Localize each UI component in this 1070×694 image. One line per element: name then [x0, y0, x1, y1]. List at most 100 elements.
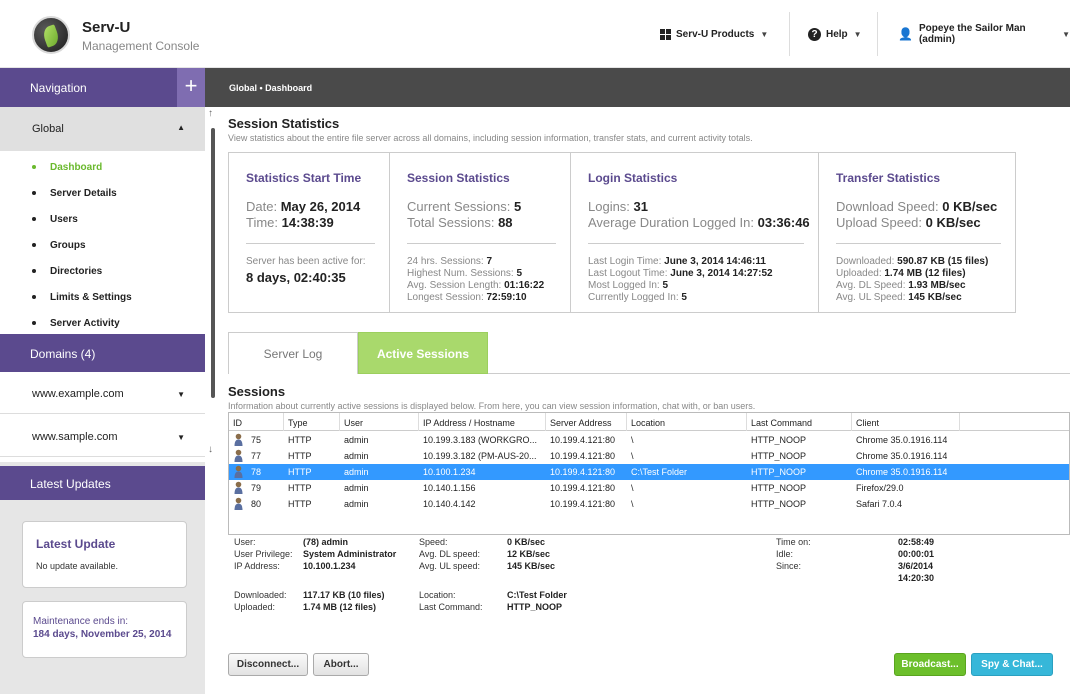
user-icon: 👤: [898, 27, 913, 41]
statistics-panel: Statistics Start Time Date: May 26, 2014…: [228, 152, 1016, 313]
sidebar-item-directories[interactable]: Directories: [0, 258, 205, 284]
table-cell: \: [631, 451, 634, 461]
serv-u-logo-icon: [32, 16, 70, 54]
column-header-id[interactable]: ID: [233, 418, 242, 428]
table-cell: Chrome 35.0.1916.114: [856, 435, 948, 445]
maintenance-label: Maintenance ends in:: [33, 616, 129, 627]
chevron-down-icon: ▼: [177, 433, 185, 442]
table-cell: C:\Test Folder: [631, 467, 688, 477]
help-menu[interactable]: ? Help ▼: [808, 0, 862, 68]
latest-updates-header: Latest Updates: [0, 466, 205, 500]
grid-icon: [660, 28, 671, 40]
table-cell: 79: [251, 483, 262, 493]
detail-avg-dl: 12 KB/sec: [507, 549, 551, 559]
table-row[interactable]: 75 HTTP admin 10.199.3.183 (WORKGRO... 10.19…: [229, 432, 1069, 448]
bullet-icon: [32, 191, 36, 195]
table-row[interactable]: 78 HTTP admin 10.100.1.234 10.199.4.121:80 C:…: [229, 464, 1069, 480]
tab-active-sessions[interactable]: Active Sessions: [358, 332, 488, 374]
column-header-location[interactable]: Location: [631, 418, 665, 428]
column-header-user[interactable]: User: [344, 418, 363, 428]
table-row[interactable]: 79 HTTP admin 10.140.1.156 10.199.4.121:80 \ H…: [229, 480, 1069, 496]
table-row[interactable]: 80 HTTP admin 10.140.4.142 10.199.4.121:80 \ H…: [229, 496, 1069, 512]
navigation-title: Navigation: [30, 81, 87, 95]
table-cell: admin: [344, 467, 369, 477]
broadcast-button[interactable]: Broadcast...: [894, 653, 966, 676]
table-cell: HTTP_NOOP: [751, 435, 807, 445]
table-cell: 10.199.4.121:80: [550, 483, 616, 493]
table-row[interactable]: 77 HTTP admin 10.199.3.182 (PM-AUS-20... 10.…: [229, 448, 1069, 464]
arrow-down-icon[interactable]: ↓: [208, 444, 213, 455]
bullet-icon: [32, 217, 36, 221]
user-icon: [234, 497, 243, 510]
domains-title: Domains (4): [30, 347, 96, 361]
maintenance-card: Maintenance ends in: 184 days, November …: [22, 601, 187, 658]
bullet-icon: [32, 269, 36, 273]
domain-item[interactable]: www.example.com ▼: [0, 374, 205, 414]
help-icon: ?: [808, 27, 821, 41]
active-for-value: 8 days, 02:40:35: [246, 270, 346, 285]
table-cell: HTTP_NOOP: [751, 467, 807, 477]
domains-header[interactable]: Domains (4): [0, 334, 205, 372]
add-icon[interactable]: +: [177, 68, 205, 107]
sidebar-item-server-activity[interactable]: Server Activity: [0, 310, 205, 336]
table-cell: \: [631, 435, 634, 445]
sidebar-item-server-details[interactable]: Server Details: [0, 180, 205, 206]
column-header-last-command[interactable]: Last Command: [751, 418, 812, 428]
latest-update-text: No update available.: [36, 561, 119, 571]
sidebar-scrollbar[interactable]: ↑ ↓: [206, 108, 218, 462]
sessions-title: Sessions: [228, 384, 286, 399]
table-cell: 80: [251, 499, 262, 509]
products-menu[interactable]: Serv-U Products ▼: [660, 0, 768, 68]
chevron-down-icon: ▼: [760, 29, 769, 39]
user-icon: [234, 433, 243, 446]
table-cell: HTTP: [288, 451, 312, 461]
sidebar-item-limits-settings[interactable]: Limits & Settings: [0, 284, 205, 310]
disconnect-button[interactable]: Disconnect...: [228, 653, 308, 676]
user-icon: [234, 481, 243, 494]
detail-privilege: System Administrator: [303, 549, 397, 559]
navigation-header: Navigation: [0, 68, 205, 107]
bullet-icon: [32, 243, 36, 247]
bullet-icon: [32, 165, 36, 169]
nav-list: Dashboard Server Details Users Groups Di…: [0, 154, 205, 336]
sidebar-item-groups[interactable]: Groups: [0, 232, 205, 258]
session-statistics-desc: View statistics about the entire file se…: [228, 133, 753, 143]
tab-server-log[interactable]: Server Log: [228, 332, 358, 374]
domain-item[interactable]: www.sample.com ▼: [0, 417, 205, 457]
column-header-type[interactable]: Type: [288, 418, 308, 428]
table-cell: admin: [344, 483, 369, 493]
detail-uploaded: 1.74 MB (12 files): [303, 602, 377, 612]
column-header-server-address[interactable]: Server Address: [550, 418, 612, 428]
help-label: Help: [826, 28, 848, 40]
column-header-client[interactable]: Client: [856, 418, 879, 428]
session-statistics-title: Session Statistics: [228, 116, 340, 131]
table-cell: 10.199.4.121:80: [550, 435, 616, 445]
arrow-up-icon[interactable]: ↑: [208, 108, 213, 119]
stats-start-title: Statistics Start Time: [246, 171, 362, 185]
abort-button[interactable]: Abort...: [313, 653, 369, 676]
detail-ip: 10.100.1.234: [303, 561, 356, 571]
table-cell: admin: [344, 435, 369, 445]
active-for-label: Server has been active for:: [246, 256, 366, 267]
column-header-ip[interactable]: IP Address / Hostname: [423, 418, 515, 428]
spy-chat-button[interactable]: Spy & Chat...: [971, 653, 1053, 676]
table-cell: 10.100.1.234: [423, 467, 476, 477]
latest-update-title: Latest Update: [36, 537, 116, 551]
global-label: Global: [32, 123, 64, 135]
chevron-down-icon: ▼: [853, 29, 862, 39]
detail-location: C:\Test Folder: [507, 590, 567, 600]
sidebar-global[interactable]: Global ▲: [0, 107, 205, 151]
table-cell: 10.140.1.156: [423, 483, 476, 493]
table-cell: 10.199.3.183 (WORKGRO...: [423, 435, 538, 445]
sidebar-item-dashboard[interactable]: Dashboard: [0, 154, 205, 180]
sidebar-item-users[interactable]: Users: [0, 206, 205, 232]
stats-session-title: Session Statistics: [407, 171, 510, 185]
user-menu[interactable]: 👤 Popeye the Sailor Man (admin) ▼: [898, 0, 1070, 68]
products-label: Serv-U Products: [676, 28, 755, 40]
detail-avg-ul: 145 KB/sec: [507, 561, 556, 571]
table-cell: HTTP_NOOP: [751, 499, 807, 509]
table-cell: HTTP: [288, 483, 312, 493]
table-cell: Safari 7.0.4: [856, 499, 903, 509]
stats-login-column: Login Statistics Logins: 31 Average Dura…: [571, 153, 819, 312]
detail-since-time: 14:20:30: [898, 573, 935, 583]
